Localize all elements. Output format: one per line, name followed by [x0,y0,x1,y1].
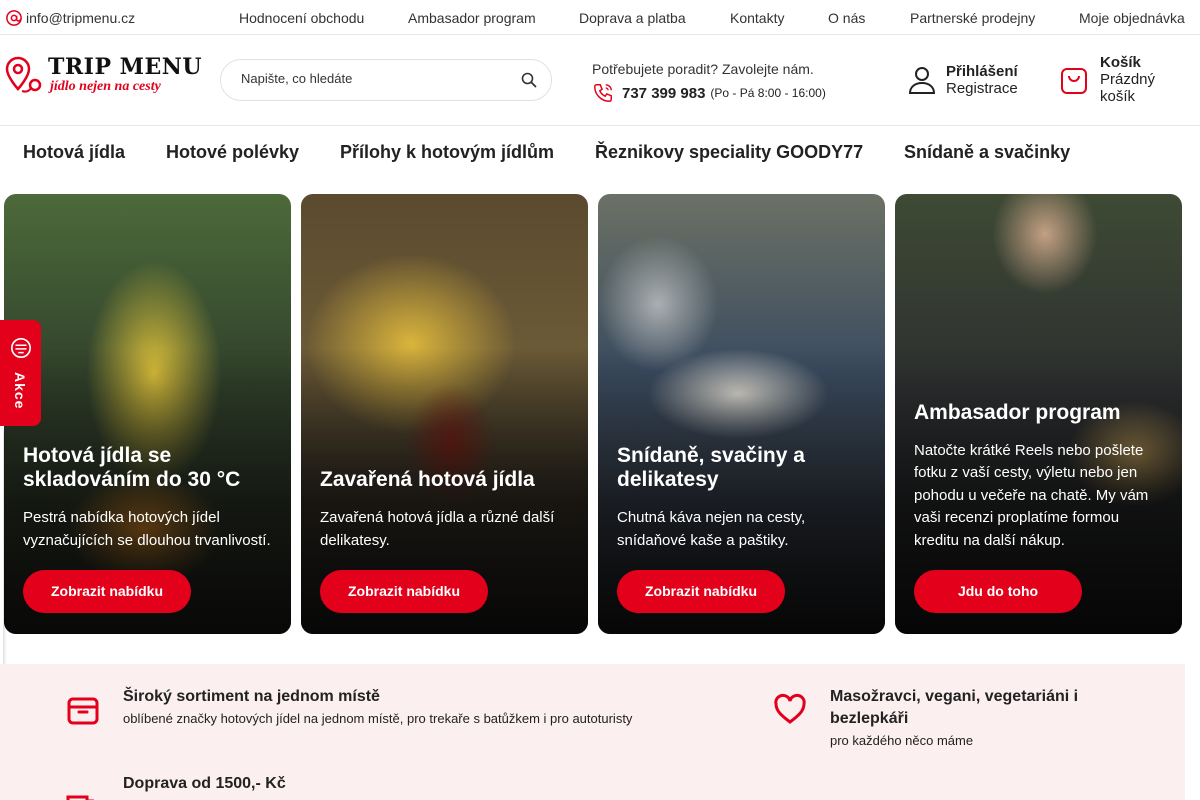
at-sign-icon [6,10,22,26]
card-title: Ambasador program [914,400,1121,424]
side-panel-edge [0,430,3,690]
promo-card-snidane[interactable]: Snídaně, svačiny a delikatesy Chutná káv… [598,194,885,634]
feature-item: Masožravci, vegani, vegetariáni i bezlep… [773,686,1090,752]
search-input[interactable] [241,71,511,86]
feature-title: Doprava od 1500,- Kč [123,775,286,792]
feature-desc: pro každého něco máme [830,733,974,748]
card-button[interactable]: Zobrazit nabídku [320,570,488,613]
feature-title: Masožravci, vegani, vegetariáni i bezlep… [830,688,1079,727]
nav-link-kontakty[interactable]: Kontakty [730,10,784,26]
help-contact: Potřebujete poradit? Zavolejte nám. 737 … [592,61,826,104]
phone-hours: (Po - Pá 8:00 - 16:00) [710,86,826,100]
nav-link-ambasador[interactable]: Ambasador program [408,10,536,26]
nav-link-hodnoceni[interactable]: Hodnocení obchodu [239,10,364,26]
login-link[interactable]: Přihlášení [946,63,1018,80]
category-nav: Hotová jídla Hotové polévky Přílohy k ho… [0,126,1200,176]
feature-item: Široký sortiment na jednom místě oblíben… [66,686,632,730]
promo-card-zavarena-jidla[interactable]: Zavařená hotová jídla Zavařená hotová jí… [301,194,588,634]
cart-block[interactable]: Košík Prázdný košík [1060,54,1155,105]
email-link[interactable]: info@tripmenu.cz [5,9,135,27]
card-text: Chutná káva nejen na cesty, snídaňové ka… [617,509,806,549]
features-strip: Široký sortiment na jednom místě oblíben… [0,664,1185,800]
category-reznikovy-speciality[interactable]: Řeznikovy speciality GOODY77 [595,142,863,163]
feature-desc: oblíbené značky hotových jídel na jednom… [123,711,633,726]
heart-icon [774,693,806,724]
category-hotove-polevky[interactable]: Hotové polévky [166,142,299,163]
phone-icon [594,84,612,102]
map-pin-icon [5,56,42,93]
logo[interactable]: TRIP MENU jídlo nejen na cesty [4,55,202,95]
logo-tagline: jídlo nejen na cesty [50,79,161,94]
cart-status-1: Prázdný [1100,71,1156,88]
search-box [220,59,552,101]
promo-card-hotova-jidla[interactable]: Hotová jídla se skladováním do 30 °C Pes… [4,194,291,634]
card-button[interactable]: Zobrazit nabídku [23,570,191,613]
card-title: Snídaně, svačiny a delikatesy [617,444,805,491]
category-prilohy[interactable]: Přílohy k hotovým jídlům [340,142,554,163]
card-text: Pestrá nabídka hotových jídel vyznačujíc… [23,509,271,549]
card-title: Hotová jídla se skladováním do 30 °C [23,444,241,491]
nav-link-objednavka[interactable]: Moje objednávka [1079,10,1185,26]
phone-link[interactable]: 737 399 983 [622,85,705,102]
category-snidane[interactable]: Snídaně a svačinky [904,142,1070,163]
feature-item: Doprava od 1500,- Kč [66,775,286,800]
box-icon [67,697,99,725]
cart-title: Košík [1100,54,1141,71]
feature-title: Široký sortiment na jednom místě [123,688,380,705]
card-title: Zavařená hotová jídla [320,468,535,491]
discount-icon [11,338,31,358]
promo-card-ambasador[interactable]: Ambasador program Natočte krátké Reels n… [895,194,1182,634]
cart-bag-icon [1061,68,1087,94]
top-bar: info@tripmenu.cz Hodnocení obchodu Ambas… [0,0,1200,35]
card-button[interactable]: Jdu do toho [914,570,1082,613]
akce-label: Akce [12,372,28,410]
site-header: TRIP MENU jídlo nejen na cesty Potřebuje… [0,35,1200,126]
truck-icon [66,795,95,800]
logo-title: TRIP MENU [48,54,203,80]
email-text: info@tripmenu.cz [26,10,136,26]
category-hotova-jidla[interactable]: Hotová jídla [23,142,125,163]
nav-link-prodejny[interactable]: Partnerské prodejny [910,10,1035,26]
card-text: Natočte krátké Reels nebo pošlete fotku … [914,441,1149,549]
user-icon [908,67,936,94]
logo-text: TRIP MENU jídlo nejen na cesty [48,55,202,95]
akce-side-tab[interactable]: Akce [0,320,41,426]
card-text: Zavařená hotová jídla a různé další deli… [320,509,555,549]
account-block[interactable]: Přihlášení Registrace [908,63,1018,97]
cart-status-2: košík [1100,88,1136,105]
register-link[interactable]: Registrace [946,80,1018,97]
nav-link-doprava[interactable]: Doprava a platba [579,10,686,26]
nav-link-o-nas[interactable]: O nás [828,10,865,26]
help-question: Potřebujete poradit? Zavolejte nám. [592,61,814,77]
card-button[interactable]: Zobrazit nabídku [617,570,785,613]
search-icon[interactable] [521,72,537,88]
